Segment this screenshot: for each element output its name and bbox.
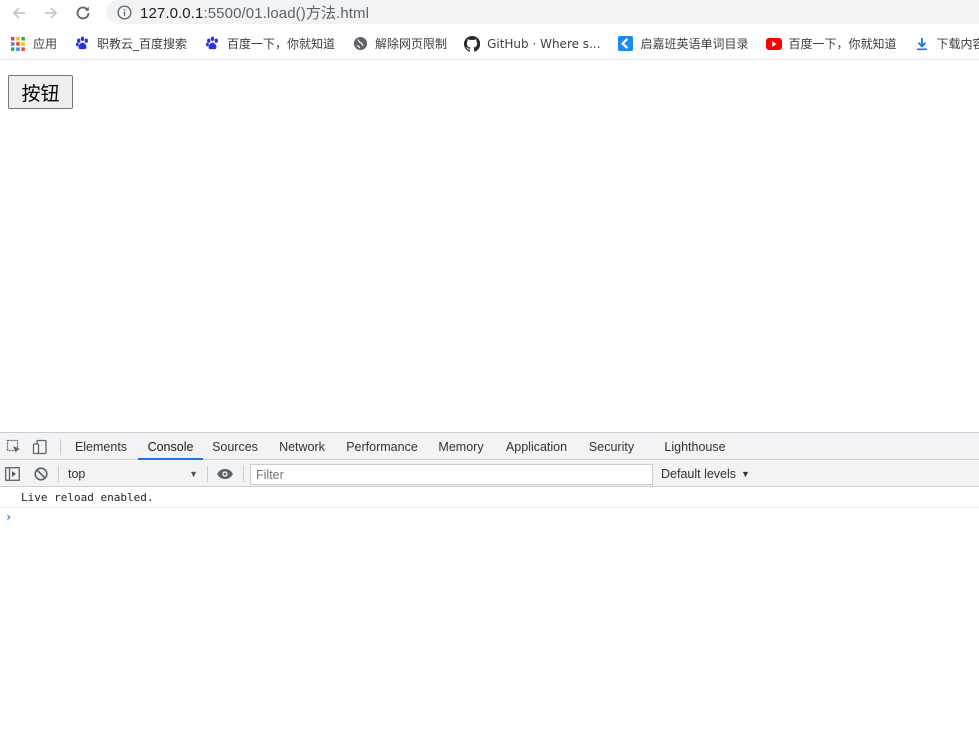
back-button[interactable] [8,2,30,24]
inspect-cursor-icon [6,439,20,453]
bookmark-downloads[interactable]: 下载内容 [904,32,979,56]
baidu-paw-icon [74,36,90,52]
tab-network[interactable]: Network [272,433,332,460]
page-button[interactable]: 按钮 [8,75,73,109]
filter-box[interactable] [250,464,653,485]
log-levels-dropdown[interactable]: Default levels ▼ [661,464,750,484]
info-icon[interactable] [116,4,132,20]
bookmark-label: GitHub · Where s... [487,36,601,51]
reload-button[interactable] [72,2,94,24]
bookmark-label: 百度一下，你就知道 [788,37,897,51]
youtube-play-icon [765,36,782,52]
tab-security[interactable]: Security [583,433,640,460]
tab-application[interactable]: Application [500,433,573,460]
forward-button[interactable] [40,2,62,24]
bookmark-english-words[interactable]: 启嘉班英语单词目录 [608,32,756,56]
console-prompt[interactable]: › [5,510,12,524]
console-toolbar: top ▼ Default levels ▼ [0,461,979,487]
arrow-right-icon [45,7,58,19]
chrome-divider [0,59,979,60]
download-icon [914,36,930,52]
tab-sources[interactable]: Sources [207,433,263,460]
tab-memory[interactable]: Memory [431,433,491,460]
bookmark-label: 启嘉班英语单词目录 [640,37,749,51]
url-text: 127.0.0.1:5500/01.load()方法.html [140,2,369,23]
toolbar-divider [58,466,59,482]
console-message: Live reload enabled. [0,488,979,508]
bookmarks-bar: 应用 职教云_百度搜索 百度一下，你就知道 解除网页限制 GitHub · Wh… [0,30,979,57]
bookmark-github[interactable]: GitHub · Where s... [454,32,607,56]
bookmark-baidu-2[interactable]: 百度一下，你就知道 [756,32,904,56]
bookmark-label: 百度一下，你就知道 [227,37,336,51]
chevron-logo-icon [618,36,634,52]
tab-performance[interactable]: Performance [341,433,423,460]
inspect-element-button[interactable] [4,437,24,457]
live-expression-button[interactable] [216,466,234,482]
arrow-left-icon [12,7,25,19]
baidu-paw-icon [204,36,220,52]
context-value: top [68,467,86,481]
globe-icon [352,36,368,52]
address-bar[interactable]: 127.0.0.1:5500/01.load()方法.html [106,0,979,24]
github-icon [464,35,481,52]
bookmark-apps[interactable]: 应用 [0,32,64,56]
toolbar-divider [243,466,244,482]
device-toolbar-button[interactable] [30,437,50,457]
device-mobile-icon [32,439,47,455]
toolbar-divider [60,439,61,455]
reload-icon [76,6,90,20]
devtools-tab-bar: Elements Console Sources Network Perform… [0,433,979,460]
clear-console-button[interactable] [33,466,49,482]
devtools-panel: Elements Console Sources Network Perform… [0,432,979,745]
bookmark-label: 解除网页限制 [375,37,448,51]
tab-elements[interactable]: Elements [70,433,132,460]
tab-lighthouse[interactable]: Lighthouse [658,433,732,460]
apps-grid-icon [10,36,26,52]
sidebar-toggle-icon [4,467,20,481]
eye-icon [217,469,233,479]
filter-input[interactable] [256,467,652,482]
bookmark-zhijiaoyun[interactable]: 职教云_百度搜索 [64,32,194,56]
dropdown-arrow-icon: ▼ [189,469,198,479]
context-selector[interactable]: top ▼ [64,464,202,484]
toggle-sidebar-button[interactable] [4,466,20,482]
url-path: :5500/01.load()方法.html [203,4,370,22]
bookmark-label: 职教云_百度搜索 [97,37,188,51]
tab-console[interactable]: Console [138,433,203,460]
levels-label: Default levels [661,467,737,481]
url-host: 127.0.0.1 [140,4,204,22]
bookmark-baidu-1[interactable]: 百度一下，你就知道 [194,32,342,56]
browser-toolbar: 127.0.0.1:5500/01.load()方法.html [0,0,979,26]
dropdown-arrow-icon: ▼ [741,469,750,479]
bookmark-label: 应用 [33,37,58,51]
bookmark-label: 下载内容 [936,37,979,51]
toolbar-divider [207,466,208,482]
bookmark-unlock-page[interactable]: 解除网页限制 [342,32,454,56]
block-icon [34,467,48,481]
